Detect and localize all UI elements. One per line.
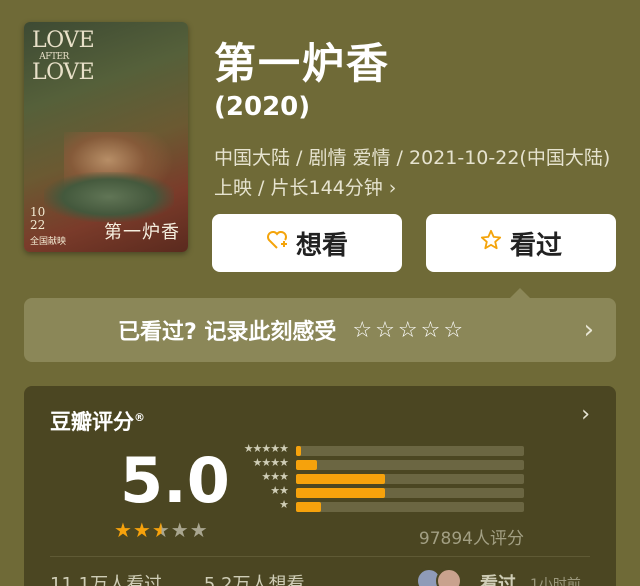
distribution-track: [296, 502, 524, 512]
rating-stars: ★★★★★: [114, 518, 209, 542]
distribution-star-label: ★★★: [261, 470, 289, 483]
distribution-star-label: ★★★★★: [243, 442, 289, 455]
want-to-watch-label: 想看: [295, 230, 348, 261]
distribution-fill: [296, 460, 317, 470]
watched-button[interactable]: 看过: [426, 214, 616, 272]
rating-count: 97894人评分: [418, 529, 524, 549]
poster-date: 10 22: [30, 205, 46, 232]
poster-english-title: LOVE AFTER LOVE: [32, 28, 95, 85]
distribution-fill: [296, 474, 385, 484]
distribution-track: [296, 446, 524, 456]
star-outline-icon: [480, 229, 502, 257]
friend-time: 1小时前: [530, 577, 581, 586]
watched-count: 11.1万人看过: [50, 574, 163, 586]
rating-score: 5.0: [120, 444, 230, 517]
distribution-track: [296, 488, 524, 498]
movie-meta[interactable]: 中国大陆 / 剧情 爱情 / 2021-10-22(中国大陆)上映 / 片长14…: [214, 143, 614, 203]
friend-avatars[interactable]: [416, 568, 476, 586]
watched-label: 看过: [509, 230, 562, 261]
chevron-right-icon[interactable]: ›: [584, 315, 594, 345]
half-star-icon: ★: [151, 518, 171, 542]
record-feeling-label: 已看过? 记录此刻感受: [118, 320, 337, 345]
rating-card[interactable]: 豆瓣评分® › 5.0 ★★★★★ ★★★★★ ★★★★ ★★★ ★★ ★ 97894人…: [24, 386, 616, 586]
record-feeling-bar[interactable]: 已看过? 记录此刻感受 ☆☆☆☆☆ ›: [24, 298, 616, 362]
distribution-fill: [296, 488, 385, 498]
poster-figure-man: [44, 172, 174, 222]
chevron-right-icon[interactable]: ›: [581, 402, 590, 427]
rate-stars[interactable]: ☆☆☆☆☆: [352, 318, 466, 343]
divider: [50, 556, 590, 557]
poster-release: 全国献映: [30, 237, 67, 247]
movie-year: (2020): [214, 92, 311, 122]
avatar: [436, 568, 462, 586]
distribution-track: [296, 474, 524, 484]
distribution-star-label: ★: [279, 498, 289, 511]
heart-plus-icon: [266, 230, 288, 256]
distribution-star-label: ★★★★: [252, 456, 289, 469]
friend-action: 看过: [480, 574, 516, 586]
wanted-count: 5.2万人想看: [203, 574, 305, 586]
popularity-stats[interactable]: 11.1万人看过 5.2万人想看: [50, 570, 304, 586]
distribution-fill: [296, 502, 321, 512]
movie-title: 第一炉香: [214, 39, 391, 88]
distribution-fill: [296, 446, 301, 456]
distribution-track: [296, 460, 524, 470]
distribution-star-label: ★★: [270, 484, 289, 497]
movie-poster[interactable]: LOVE AFTER LOVE 10 22 第一炉香 全国献映: [24, 22, 188, 252]
want-to-watch-button[interactable]: 想看: [212, 214, 402, 272]
rating-label: 豆瓣评分®: [50, 410, 145, 434]
poster-chinese-title: 第一炉香: [104, 222, 180, 243]
